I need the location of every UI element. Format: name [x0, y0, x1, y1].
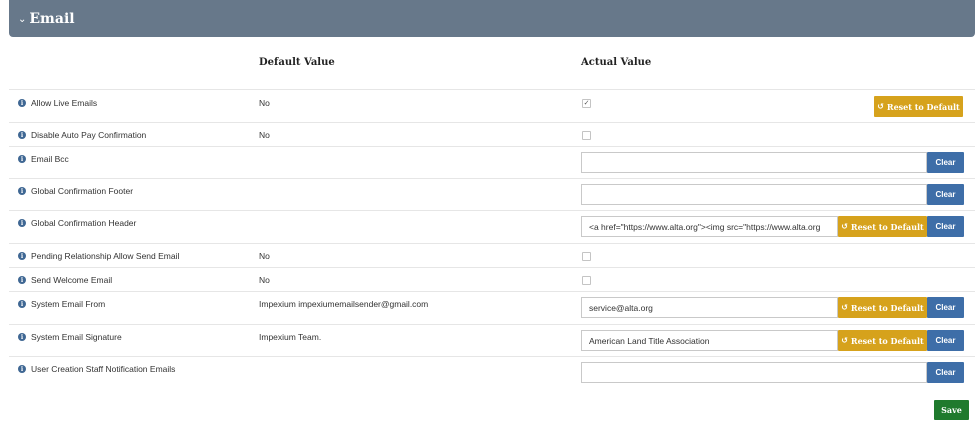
setting-input[interactable]: service@alta.org [581, 297, 838, 318]
setting-label: System Email From [31, 299, 106, 309]
chevron-down-icon[interactable]: ⌄ [18, 14, 26, 25]
setting-default-value: No [259, 98, 270, 108]
section-title: Email [29, 10, 75, 27]
reset-label: Reset to Default [850, 221, 924, 232]
reset-label: Reset to Default [886, 101, 960, 112]
info-icon[interactable]: i [18, 219, 26, 227]
clear-button[interactable]: Clear [927, 297, 964, 318]
history-icon: ↺ [841, 303, 848, 312]
setting-row: i Email Bcc Clear [9, 146, 975, 178]
setting-default-value: No [259, 130, 270, 140]
setting-row: i Global Confirmation Footer Clear [9, 178, 975, 210]
setting-row: i System Email Signature Impexium Team. Ame… [9, 324, 975, 356]
info-icon[interactable]: i [18, 300, 26, 308]
setting-label: Global Confirmation Header [31, 218, 137, 228]
setting-row: i User Creation Staff Notification Emails… [9, 356, 975, 388]
info-icon[interactable]: i [18, 155, 26, 163]
setting-row: i Pending Relationship Allow Send Email No [9, 243, 975, 267]
history-icon: ↺ [841, 222, 848, 231]
info-icon[interactable]: i [18, 333, 26, 341]
reset-to-default-button[interactable]: ↺ Reset to Default [838, 330, 927, 351]
setting-row: i Disable Auto Pay Confirmation No [9, 122, 975, 146]
setting-row: i Global Confirmation Header <a href="http… [9, 210, 975, 243]
history-icon: ↺ [877, 102, 884, 111]
history-icon: ↺ [841, 336, 848, 345]
column-header-default: Default Value [259, 57, 335, 68]
setting-checkbox[interactable] [582, 276, 591, 285]
setting-checkbox[interactable] [582, 131, 591, 140]
setting-label: System Email Signature [31, 332, 122, 342]
setting-label: User Creation Staff Notification Emails [31, 364, 176, 374]
info-icon[interactable]: i [18, 276, 26, 284]
setting-input[interactable]: <a href="https://www.alta.org"><img src=… [581, 216, 838, 237]
setting-default-value: Impexium impexiumemailsender@gmail.com [259, 299, 429, 309]
info-icon[interactable]: i [18, 365, 26, 373]
setting-input[interactable] [581, 152, 927, 173]
setting-label: Allow Live Emails [31, 98, 98, 108]
setting-label: Send Welcome Email [31, 275, 113, 285]
setting-checkbox[interactable] [582, 252, 591, 261]
info-icon[interactable]: i [18, 99, 26, 107]
setting-default-value: Impexium Team. [259, 332, 322, 342]
reset-label: Reset to Default [850, 335, 924, 346]
setting-default-value: No [259, 275, 270, 285]
setting-label: Disable Auto Pay Confirmation [31, 130, 147, 140]
reset-to-default-button[interactable]: ↺ Reset to Default [838, 297, 927, 318]
setting-row: i System Email From Impexium impexiumemail… [9, 291, 975, 324]
clear-button[interactable]: Clear [927, 152, 964, 173]
reset-to-default-button[interactable]: ↺ Reset to Default [838, 216, 927, 237]
info-icon[interactable]: i [18, 187, 26, 195]
setting-input[interactable] [581, 362, 927, 383]
info-icon[interactable]: i [18, 252, 26, 260]
clear-button[interactable]: Clear [927, 330, 964, 351]
reset-label: Reset to Default [850, 302, 924, 313]
reset-to-default-button[interactable]: ↺ Reset to Default [874, 96, 963, 117]
setting-row: i Allow Live Emails No ✓ ↺ Reset to Default [9, 89, 975, 122]
column-header-actual: Actual Value [581, 57, 652, 68]
setting-input[interactable] [581, 184, 927, 205]
section-header-email[interactable]: ⌄ Email [9, 0, 975, 37]
setting-input[interactable]: American Land Title Association [581, 330, 838, 351]
setting-row: i Send Welcome Email No [9, 267, 975, 291]
setting-default-value: No [259, 251, 270, 261]
setting-checkbox[interactable]: ✓ [582, 99, 591, 108]
setting-label: Email Bcc [31, 154, 69, 164]
save-button[interactable]: Save [934, 400, 969, 420]
setting-label: Pending Relationship Allow Send Email [31, 251, 180, 261]
info-icon[interactable]: i [18, 131, 26, 139]
clear-button[interactable]: Clear [927, 216, 964, 237]
setting-label: Global Confirmation Footer [31, 186, 134, 196]
clear-button[interactable]: Clear [927, 362, 964, 383]
clear-button[interactable]: Clear [927, 184, 964, 205]
